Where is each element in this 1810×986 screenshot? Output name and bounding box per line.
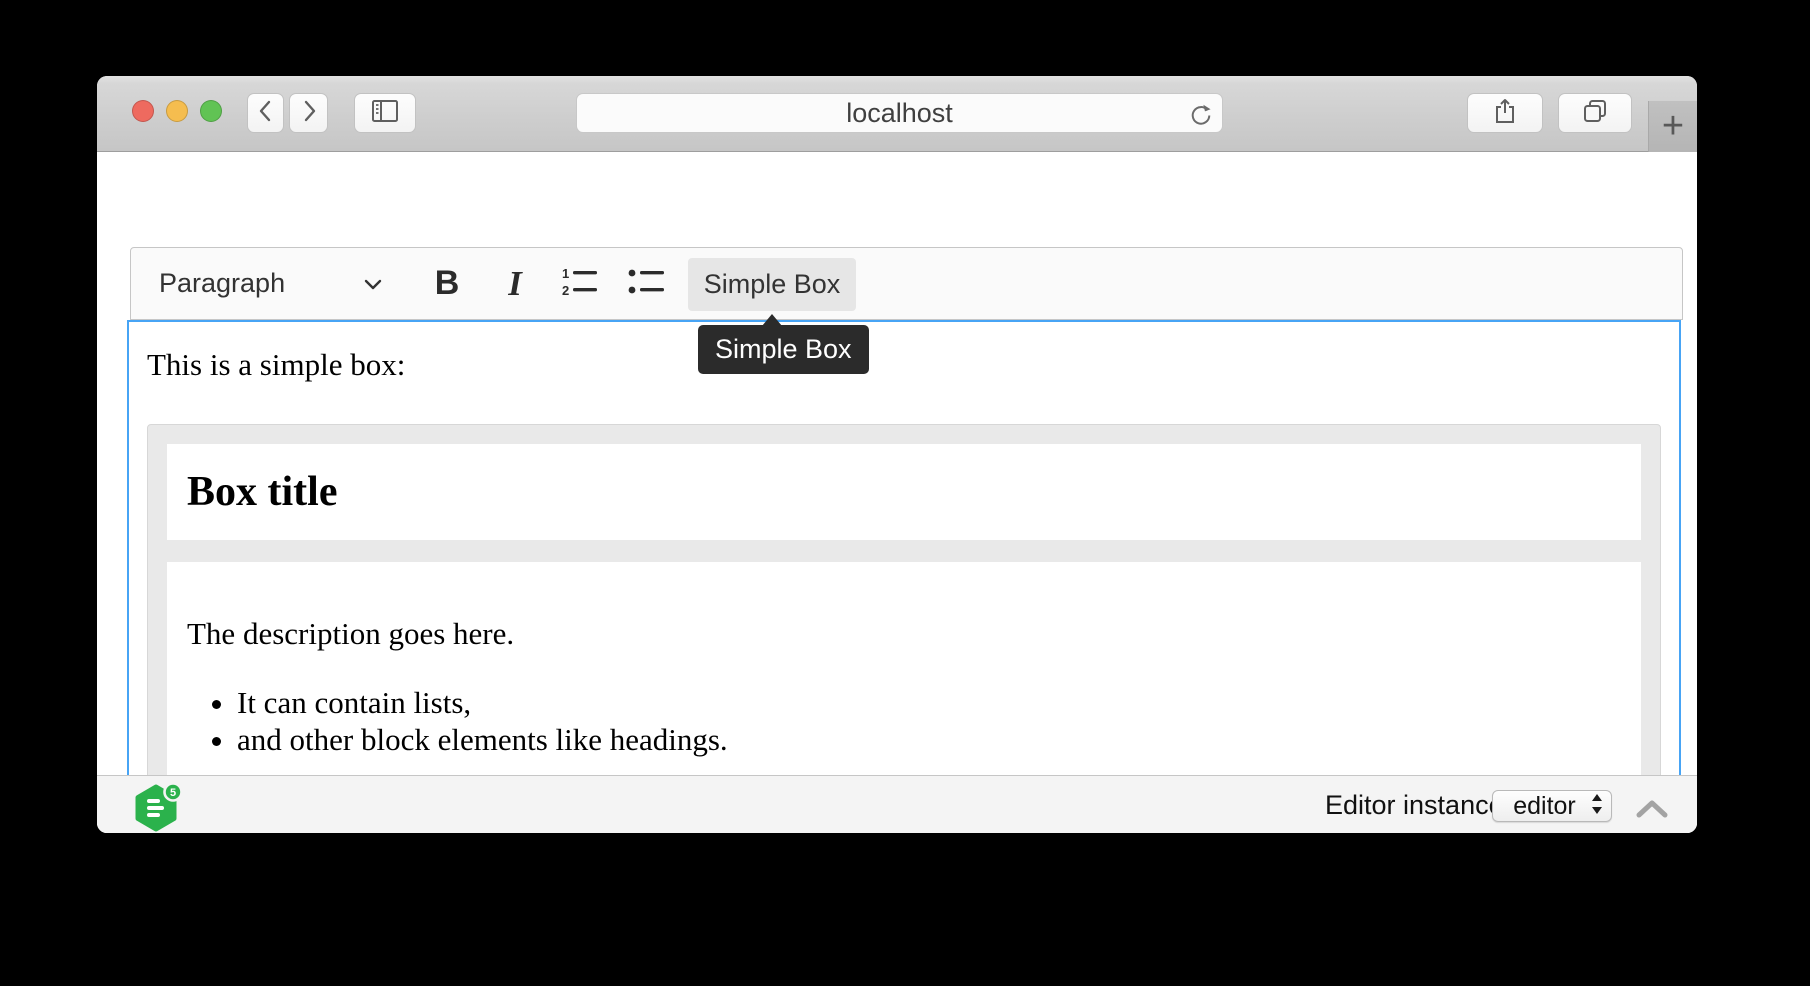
editor-instance-select[interactable]: editor xyxy=(1492,790,1612,822)
browser-window: localhost xyxy=(97,76,1697,833)
intro-paragraph[interactable]: This is a simple box: xyxy=(147,346,1661,384)
bulleted-list-icon xyxy=(624,264,668,303)
svg-text:2: 2 xyxy=(562,283,569,298)
svg-text:1: 1 xyxy=(562,266,569,281)
simple-box-button[interactable]: Simple Box xyxy=(688,258,856,311)
simple-box-button-label: Simple Box xyxy=(704,269,841,300)
address-bar-url: localhost xyxy=(846,98,953,129)
refresh-icon[interactable] xyxy=(1186,100,1214,128)
browser-toolbar: localhost xyxy=(97,76,1697,152)
collapse-inspector-button[interactable] xyxy=(1635,798,1669,820)
list-item[interactable]: It can contain lists, xyxy=(237,684,1621,721)
sidebar-toggle-button[interactable] xyxy=(354,93,416,133)
heading-dropdown-label: Paragraph xyxy=(159,268,285,299)
address-bar[interactable]: localhost xyxy=(576,93,1223,133)
editor-editable-area[interactable]: This is a simple box: Box title The desc… xyxy=(127,320,1681,833)
chevron-right-icon xyxy=(298,98,320,129)
numbered-list-button[interactable]: 1 2 xyxy=(551,248,607,319)
bold-button-label: B xyxy=(435,264,460,303)
sidebar-icon xyxy=(370,98,400,129)
chevron-down-icon[interactable] xyxy=(359,272,387,296)
editor-instance-label: Editor instance: xyxy=(1325,776,1511,833)
logo-badge: 5 xyxy=(170,787,176,799)
tooltip: Simple Box xyxy=(698,325,869,374)
italic-button-label: I xyxy=(508,264,522,304)
simple-box-description[interactable]: The description goes here. xyxy=(187,614,1621,654)
simple-box-list: It can contain lists, and other block el… xyxy=(187,684,1621,758)
simple-box-widget[interactable]: Box title The description goes here. It … xyxy=(147,424,1661,833)
chevron-left-icon xyxy=(255,98,277,129)
editor-toolbar: Paragraph B I 1 2 xyxy=(130,247,1683,320)
show-tabs-button[interactable] xyxy=(1558,93,1632,133)
bulleted-list-button[interactable] xyxy=(618,248,674,319)
web-page: Paragraph B I 1 2 xyxy=(97,153,1697,833)
traffic-light-close-button[interactable] xyxy=(132,100,154,122)
tooltip-text: Simple Box xyxy=(715,334,852,364)
tabs-overview-icon xyxy=(1581,97,1609,130)
list-item[interactable]: and other block elements like headings. xyxy=(237,721,1621,758)
simple-box-title[interactable]: Box title xyxy=(187,464,1621,520)
simple-box-title-section[interactable]: Box title xyxy=(167,444,1641,540)
italic-button[interactable]: I xyxy=(487,248,543,319)
bold-button[interactable]: B xyxy=(419,248,475,319)
ckeditor-logo-icon[interactable]: 5 xyxy=(134,779,188,833)
heading-dropdown[interactable]: Paragraph xyxy=(159,248,285,319)
selected-instance: editor xyxy=(1493,792,1590,821)
back-button[interactable] xyxy=(247,93,284,133)
traffic-light-minimize-button[interactable] xyxy=(166,100,188,122)
select-arrows-icon xyxy=(1590,792,1604,821)
plus-icon: + xyxy=(1662,105,1684,148)
new-tab-button[interactable]: + xyxy=(1648,101,1697,152)
inspector-bar: 5 Editor instance: editor xyxy=(97,775,1697,833)
share-button[interactable] xyxy=(1467,93,1543,133)
traffic-light-zoom-button[interactable] xyxy=(200,100,222,122)
forward-button[interactable] xyxy=(289,93,328,133)
numbered-list-icon: 1 2 xyxy=(557,264,601,303)
share-icon xyxy=(1492,97,1518,130)
